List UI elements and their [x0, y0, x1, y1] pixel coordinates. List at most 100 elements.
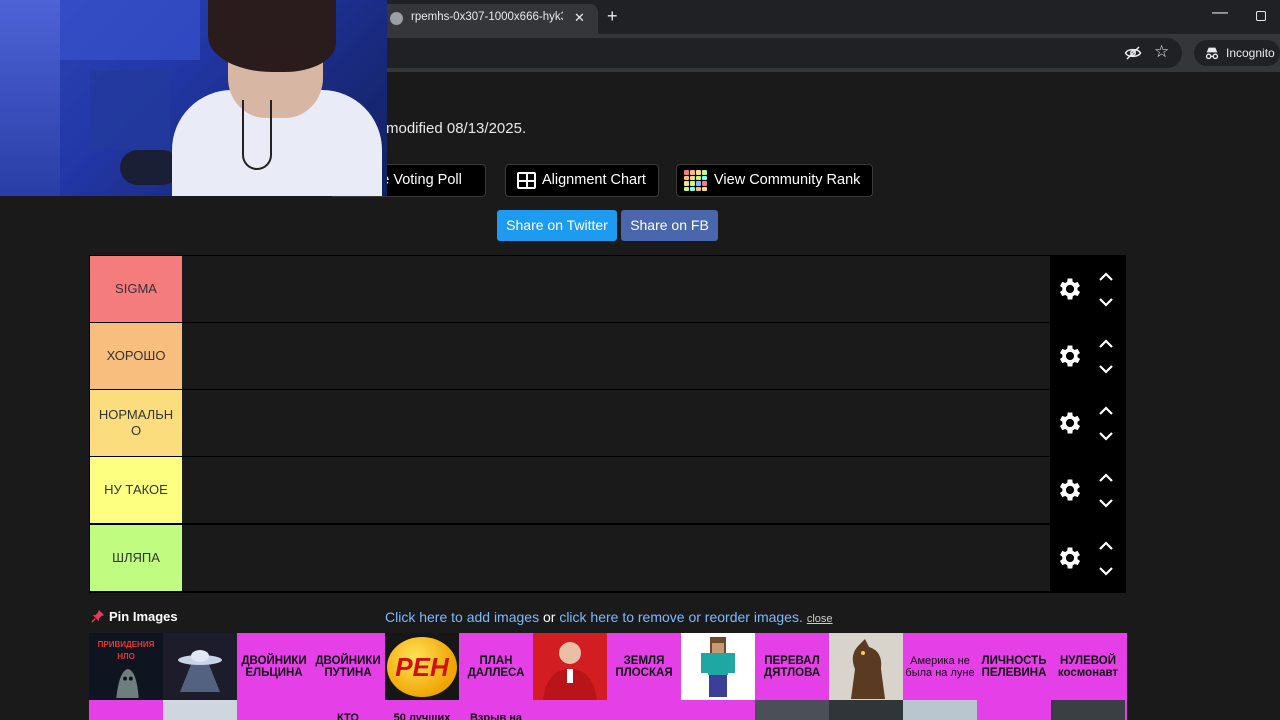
- image-tile[interactable]: ПЛАН ДАЛЛЕСА: [459, 633, 533, 700]
- tier-row: НУ ТАКОЕ: [89, 457, 1126, 523]
- tier-label[interactable]: ШЛЯПА: [90, 525, 182, 591]
- tile-caption: ПЛАН ДАЛЛЕСА: [467, 654, 525, 679]
- tier-controls: [1051, 457, 1126, 523]
- reorder-images-link[interactable]: click here to remove or reorder images.: [559, 609, 803, 625]
- tile-caption: ДВОЙНИКИ ЕЛЬЦИНА: [241, 654, 307, 679]
- share-twitter-button[interactable]: Share on Twitter: [497, 210, 617, 241]
- tile-caption: НУЛЕВОЙ космонавт: [1057, 654, 1119, 679]
- gear-icon[interactable]: [1056, 544, 1084, 572]
- image-links: Click here to add images or click here t…: [385, 609, 833, 625]
- tile-caption: ДВОЙНИКИ ПУТИНА: [315, 654, 381, 679]
- tier-drop-zone[interactable]: [182, 323, 1050, 389]
- gear-icon[interactable]: [1056, 409, 1084, 437]
- tier-row: ХОРОШО: [89, 323, 1126, 389]
- image-tile[interactable]: ДВОЙНИКИ ПУТИНА: [311, 633, 385, 700]
- tile-caption: 50 лучших: [393, 712, 451, 720]
- minimize-icon[interactable]: —: [1212, 4, 1228, 22]
- image-tile[interactable]: 50 лучших: [385, 700, 459, 720]
- webcam-overlay: [0, 0, 387, 196]
- gear-icon[interactable]: [1056, 275, 1084, 303]
- chevron-up-icon[interactable]: [1098, 473, 1114, 483]
- ufo-image-icon: [178, 649, 222, 692]
- voting-poll-label: ve Voting Poll: [374, 172, 462, 188]
- tier-row: SIGMA: [89, 256, 1126, 322]
- gear-icon[interactable]: [1056, 342, 1084, 370]
- image-tile[interactable]: ЗЕМЛЯ ПЛОСКАЯ: [607, 633, 681, 700]
- image-tile[interactable]: Взрыв на: [459, 700, 533, 720]
- tile-caption: ЛИЧНОСТЬ ПЕЛЕВИНА: [981, 654, 1047, 679]
- image-tile[interactable]: [829, 633, 903, 700]
- add-images-link[interactable]: Click here to add images: [385, 609, 539, 625]
- tier-drop-zone[interactable]: [182, 390, 1050, 456]
- tier-label[interactable]: SIGMA: [90, 256, 182, 322]
- community-rank-label: View Community Rank: [714, 172, 861, 188]
- image-tile[interactable]: ПЕРЕВАЛ ДЯТЛОВА: [755, 633, 829, 700]
- image-tile[interactable]: НУЛЕВОЙ космонавт: [1051, 633, 1125, 700]
- tier-controls: [1051, 390, 1126, 456]
- share-facebook-button[interactable]: Share on FB: [621, 210, 718, 241]
- chevron-down-icon[interactable]: [1098, 498, 1114, 508]
- alignment-chart-label: Alignment Chart: [542, 172, 646, 188]
- browser-tab[interactable]: rpemhs-0x307-1000x666-hyk3v ✕: [380, 4, 598, 34]
- image-tile[interactable]: [1051, 700, 1125, 720]
- image-tile[interactable]: [755, 700, 829, 720]
- tier-drop-zone[interactable]: [182, 457, 1050, 523]
- image-tile[interactable]: КТО: [311, 700, 385, 720]
- globe-icon: [390, 12, 403, 25]
- image-tile[interactable]: [681, 633, 755, 700]
- new-tab-icon[interactable]: +: [607, 5, 618, 27]
- chevron-up-icon[interactable]: [1098, 339, 1114, 349]
- tile-caption: ЗЕМЛЯ ПЛОСКАЯ: [615, 654, 673, 679]
- tier-grid-icon: [684, 170, 707, 191]
- tile-caption: Взрыв на: [469, 712, 523, 720]
- tile-caption: ПЕРЕВАЛ ДЯТЛОВА: [763, 654, 821, 679]
- tier-controls: [1051, 256, 1126, 322]
- chevron-up-icon[interactable]: [1098, 541, 1114, 551]
- eye-off-icon[interactable]: [1124, 44, 1142, 62]
- image-tile[interactable]: ДВОЙНИКИ ЕЛЬЦИНА: [237, 633, 311, 700]
- address-bar[interactable]: [290, 38, 1182, 68]
- chevron-down-icon[interactable]: [1098, 297, 1114, 307]
- ghost-image-icon: [116, 668, 139, 699]
- alignment-chart-button[interactable]: Alignment Chart: [505, 164, 659, 197]
- image-tile[interactable]: ЛИЧНОСТЬ ПЕЛЕВИНА: [977, 633, 1051, 700]
- tier-label[interactable]: ХОРОШО: [90, 323, 182, 389]
- image-tile[interactable]: [533, 633, 607, 700]
- bookmark-star-icon[interactable]: ☆: [1154, 42, 1169, 62]
- tile-caption: ПРИВИДЕНИЯ НЛО: [97, 640, 155, 661]
- maximize-icon[interactable]: [1256, 11, 1266, 21]
- tier-label[interactable]: НУ ТАКОЕ: [90, 457, 182, 523]
- tier-drop-zone[interactable]: [182, 525, 1050, 591]
- image-tile[interactable]: [163, 700, 237, 720]
- close-tab-icon[interactable]: ✕: [574, 9, 585, 27]
- gear-icon[interactable]: [1056, 476, 1084, 504]
- image-tile[interactable]: Америка не была на луне: [903, 633, 977, 700]
- tier-controls: [1051, 323, 1126, 389]
- incognito-badge[interactable]: Incognito: [1194, 40, 1280, 66]
- tile-caption: КТО: [337, 712, 359, 720]
- person-portrait-image: [543, 642, 597, 700]
- image-tile[interactable]: ПРИВИДЕНИЯ НЛО: [89, 633, 163, 700]
- tier-drop-zone[interactable]: [182, 256, 1050, 322]
- ren-logo: РЕН: [387, 636, 457, 697]
- chevron-up-icon[interactable]: [1098, 272, 1114, 282]
- chevron-down-icon[interactable]: [1098, 364, 1114, 374]
- image-bank: ПРИВИДЕНИЯ НЛО ДВОЙНИКИ ЕЛЬЦИНА ДВОЙНИКИ…: [89, 633, 1127, 720]
- tier-label[interactable]: НОРМАЛЬНО: [90, 390, 182, 456]
- image-tile[interactable]: [163, 633, 237, 700]
- image-tile[interactable]: [829, 700, 903, 720]
- minecraft-steve-image: [701, 636, 735, 697]
- image-tile[interactable]: [903, 700, 977, 720]
- werewolf-image: [851, 638, 885, 699]
- community-rank-button[interactable]: View Community Rank: [676, 164, 873, 197]
- tier-list: SIGMA ХОРОШО НОРМАЛЬНО НУ ТАКОЕ ШЛЯПА: [89, 255, 1126, 593]
- modified-date: modified 08/13/2025.: [386, 120, 527, 137]
- pin-images-toggle[interactable]: Pin Images: [91, 609, 178, 624]
- chevron-down-icon[interactable]: [1098, 431, 1114, 441]
- chevron-up-icon[interactable]: [1098, 406, 1114, 416]
- close-link[interactable]: close: [807, 613, 833, 625]
- image-tile[interactable]: РЕН: [385, 633, 459, 700]
- tile-caption: Америка не была на луне: [905, 654, 975, 679]
- chevron-down-icon[interactable]: [1098, 566, 1114, 576]
- incognito-label: Incognito: [1226, 46, 1275, 60]
